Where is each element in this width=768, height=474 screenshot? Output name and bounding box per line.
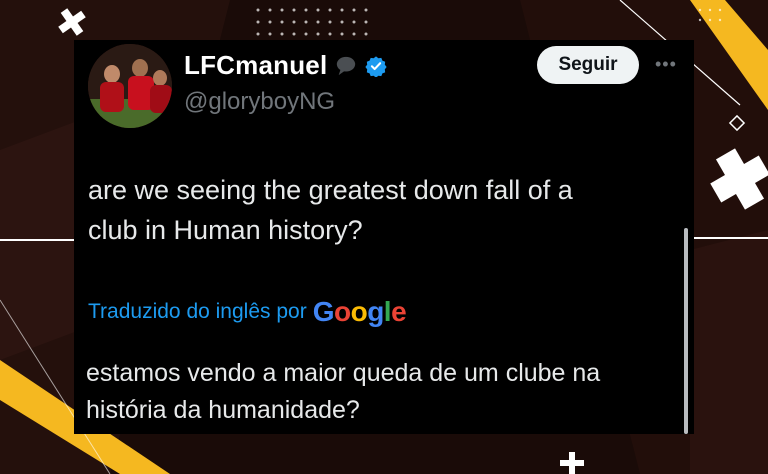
translated-text-line: história da humanidade? <box>86 396 360 424</box>
translated-text-line: estamos vendo a maior queda de um clube … <box>86 359 601 387</box>
scrollbar[interactable] <box>684 228 688 434</box>
tweet-text-line: club in Human history? <box>88 215 363 245</box>
tweet-card: LFCmanuel @gloryboyNG Seguir ••• are we … <box>74 40 694 434</box>
tweet-text: are we seeing the greatest down fall of … <box>88 170 678 250</box>
follow-button[interactable]: Seguir <box>537 46 639 84</box>
cross-icon-bottom <box>560 452 584 474</box>
translated-text: estamos vendo a maior queda de um clube … <box>86 355 686 429</box>
speech-bubble-icon <box>337 56 356 75</box>
google-logo-letter: e <box>391 296 407 327</box>
translation-attribution[interactable]: Traduzido do inglês por Google <box>88 296 407 328</box>
more-icon[interactable]: ••• <box>655 54 677 75</box>
google-logo-letter: G <box>312 296 335 327</box>
user-handle[interactable]: @gloryboyNG <box>184 88 335 116</box>
display-name[interactable]: LFCmanuel <box>184 50 327 81</box>
google-logo-letter: g <box>367 296 384 327</box>
google-logo-letter: l <box>383 296 392 327</box>
avatar[interactable] <box>88 44 172 128</box>
google-logo-letter: o <box>350 296 368 327</box>
translated-by-label: Traduzido do inglês por <box>88 300 307 323</box>
user-name-row: LFCmanuel <box>184 50 388 81</box>
tweet-text-line: are we seeing the greatest down fall of … <box>88 175 573 205</box>
verified-badge-icon[interactable] <box>365 55 388 77</box>
google-logo-letter: o <box>333 296 351 327</box>
avatar-image <box>88 44 172 128</box>
google-logo: Google <box>312 296 407 328</box>
